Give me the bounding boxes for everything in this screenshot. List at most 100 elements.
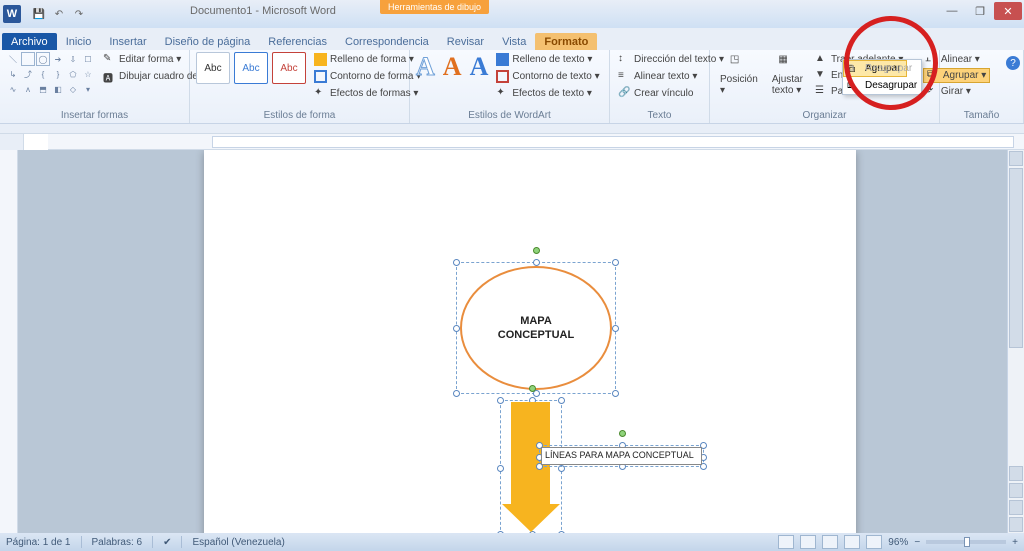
shape-icon[interactable]: ◧ — [51, 82, 65, 96]
ungroup-icon: ⧈ — [847, 80, 859, 92]
scroll-up-button[interactable] — [1009, 151, 1023, 166]
rotate-handle[interactable] — [619, 430, 626, 437]
brace-shape-icon[interactable]: } — [51, 67, 65, 81]
next-page-button[interactable] — [1009, 517, 1023, 532]
resize-handle[interactable] — [612, 259, 619, 266]
zoom-in-button[interactable]: + — [1012, 537, 1018, 548]
shape-style-option[interactable]: Abc — [272, 52, 306, 84]
vertical-ruler[interactable] — [0, 150, 18, 533]
prev-page-button[interactable] — [1009, 483, 1023, 498]
fullscreen-view-button[interactable] — [800, 535, 816, 549]
spellcheck-icon[interactable]: ✔ — [163, 537, 171, 548]
connector-shape-icon[interactable]: ⤴ — [21, 67, 35, 81]
zoom-slider-thumb[interactable] — [964, 537, 970, 547]
curve-shape-icon[interactable]: ∿ — [6, 82, 20, 96]
shape-style-option[interactable]: Abc — [234, 52, 268, 84]
close-button[interactable]: ✕ — [994, 2, 1022, 20]
wrap-text-button[interactable]: ▦Ajustar texto ▾ — [768, 52, 807, 98]
group-icon: ⧉ — [927, 69, 940, 82]
web-layout-view-button[interactable] — [822, 535, 838, 549]
freeform-shape-icon[interactable]: ʌ — [21, 82, 35, 96]
line-shape-icon[interactable]: ＼ — [6, 52, 20, 66]
align-text-icon: ≡ — [618, 70, 631, 83]
textbox-shape[interactable]: LÍNEAS PARA MAPA CONCEPTUAL — [541, 447, 702, 465]
text-effects-button[interactable]: ✦Efectos de texto ▾ — [494, 86, 601, 101]
down-arrow-shape[interactable] — [502, 402, 560, 532]
scroll-down-button[interactable] — [1009, 466, 1023, 481]
brace-shape-icon[interactable]: { — [36, 67, 50, 81]
zoom-level[interactable]: 96% — [888, 537, 908, 548]
redo-icon[interactable]: ↷ — [71, 6, 87, 22]
resize-handle[interactable] — [453, 259, 460, 266]
tab-home[interactable]: Inicio — [57, 33, 101, 50]
browse-object-button[interactable] — [1009, 500, 1023, 515]
tab-insert[interactable]: Insertar — [100, 33, 155, 50]
resize-handle[interactable] — [612, 325, 619, 332]
text-effects-icon: ✦ — [496, 87, 509, 100]
shape-style-gallery[interactable]: Abc Abc Abc — [196, 52, 306, 84]
scroll-thumb[interactable] — [1009, 168, 1023, 348]
print-layout-view-button[interactable] — [778, 535, 794, 549]
tab-view[interactable]: Vista — [493, 33, 535, 50]
shape-icon[interactable]: ⬠ — [66, 67, 80, 81]
more-shapes-icon[interactable]: ▾ — [81, 82, 95, 96]
rotate-handle[interactable] — [533, 247, 540, 254]
menu-item-regroup: ⧉Reagrupar — [843, 60, 921, 77]
wordart-style-option[interactable]: A — [443, 52, 462, 82]
shape-icon[interactable]: ☐ — [81, 52, 95, 66]
oval-shape[interactable]: MAPACONCEPTUAL — [460, 266, 612, 390]
text-outline-button[interactable]: Contorno de texto ▾ — [494, 69, 601, 84]
line-shape-icon[interactable]: ↳ — [6, 67, 20, 81]
tab-references[interactable]: Referencias — [259, 33, 336, 50]
vertical-scrollbar[interactable] — [1007, 150, 1024, 533]
shape-icon[interactable]: ⬒ — [36, 82, 50, 96]
wordart-gallery[interactable]: A A A — [416, 52, 488, 82]
save-icon[interactable]: 💾 — [31, 6, 47, 22]
contextual-tab-label: Herramientas de dibujo — [380, 0, 489, 14]
position-button[interactable]: ◳Posición ▾ — [716, 52, 762, 98]
tab-mailings[interactable]: Correspondencia — [336, 33, 438, 50]
shape-gallery[interactable]: ＼ ◯ ➔ ⇩ ☐ ↳ ⤴ { } ⬠ ☆ ∿ ʌ ⬒ ◧ ◇ ▾ — [6, 52, 95, 96]
tab-page-layout[interactable]: Diseño de página — [156, 33, 260, 50]
tab-file[interactable]: Archivo — [2, 33, 57, 50]
title-bar: W 💾 ↶ ↷ Documento1 - Microsoft Word Herr… — [0, 0, 1024, 28]
language-indicator[interactable]: Español (Venezuela) — [192, 537, 284, 548]
textbox-icon: 🅰 — [103, 70, 116, 83]
word-app-icon: W — [3, 5, 21, 23]
wordart-style-option[interactable]: A — [416, 52, 435, 82]
shape-style-option[interactable]: Abc — [196, 52, 230, 84]
zoom-slider[interactable] — [926, 540, 1006, 544]
draft-view-button[interactable] — [866, 535, 882, 549]
page[interactable]: MAPACONCEPTUAL — [204, 150, 856, 533]
resize-handle[interactable] — [453, 390, 460, 397]
shape-fill-button[interactable]: Relleno de forma ▾ — [312, 52, 423, 67]
shape-icon[interactable]: ◇ — [66, 82, 80, 96]
minimize-button[interactable]: — — [938, 2, 966, 20]
zoom-out-button[interactable]: − — [914, 537, 920, 548]
wordart-style-option[interactable]: A — [470, 52, 489, 82]
resize-handle[interactable] — [533, 259, 540, 266]
arrow-shape-icon[interactable]: ➔ — [51, 52, 65, 66]
tab-review[interactable]: Revisar — [438, 33, 493, 50]
menu-item-ungroup[interactable]: ⧈Desagrupar — [843, 77, 921, 94]
shape-effects-button[interactable]: ✦Efectos de formas ▾ — [312, 86, 423, 101]
rect-shape-icon[interactable] — [21, 52, 35, 66]
shape-icon[interactable]: ☆ — [81, 67, 95, 81]
word-count[interactable]: Palabras: 6 — [92, 537, 143, 548]
text-outline-icon — [496, 70, 509, 83]
page-indicator[interactable]: Página: 1 de 1 — [6, 537, 71, 548]
tab-format[interactable]: Formato — [535, 33, 597, 50]
resize-handle[interactable] — [612, 390, 619, 397]
horizontal-ruler[interactable] — [48, 134, 1024, 150]
outline-view-button[interactable] — [844, 535, 860, 549]
text-fill-button[interactable]: Relleno de texto ▾ — [494, 52, 601, 67]
maximize-button[interactable]: ❐ — [966, 2, 994, 20]
help-icon[interactable]: ? — [1006, 56, 1020, 70]
shape-outline-button[interactable]: Contorno de forma ▾ — [312, 69, 423, 84]
shape-icon[interactable]: ⇩ — [66, 52, 80, 66]
resize-handle[interactable] — [453, 325, 460, 332]
rotate-handle[interactable] — [529, 385, 536, 392]
position-icon: ◳ — [730, 54, 748, 72]
undo-icon[interactable]: ↶ — [51, 6, 67, 22]
rect-shape-icon[interactable]: ◯ — [36, 52, 50, 66]
